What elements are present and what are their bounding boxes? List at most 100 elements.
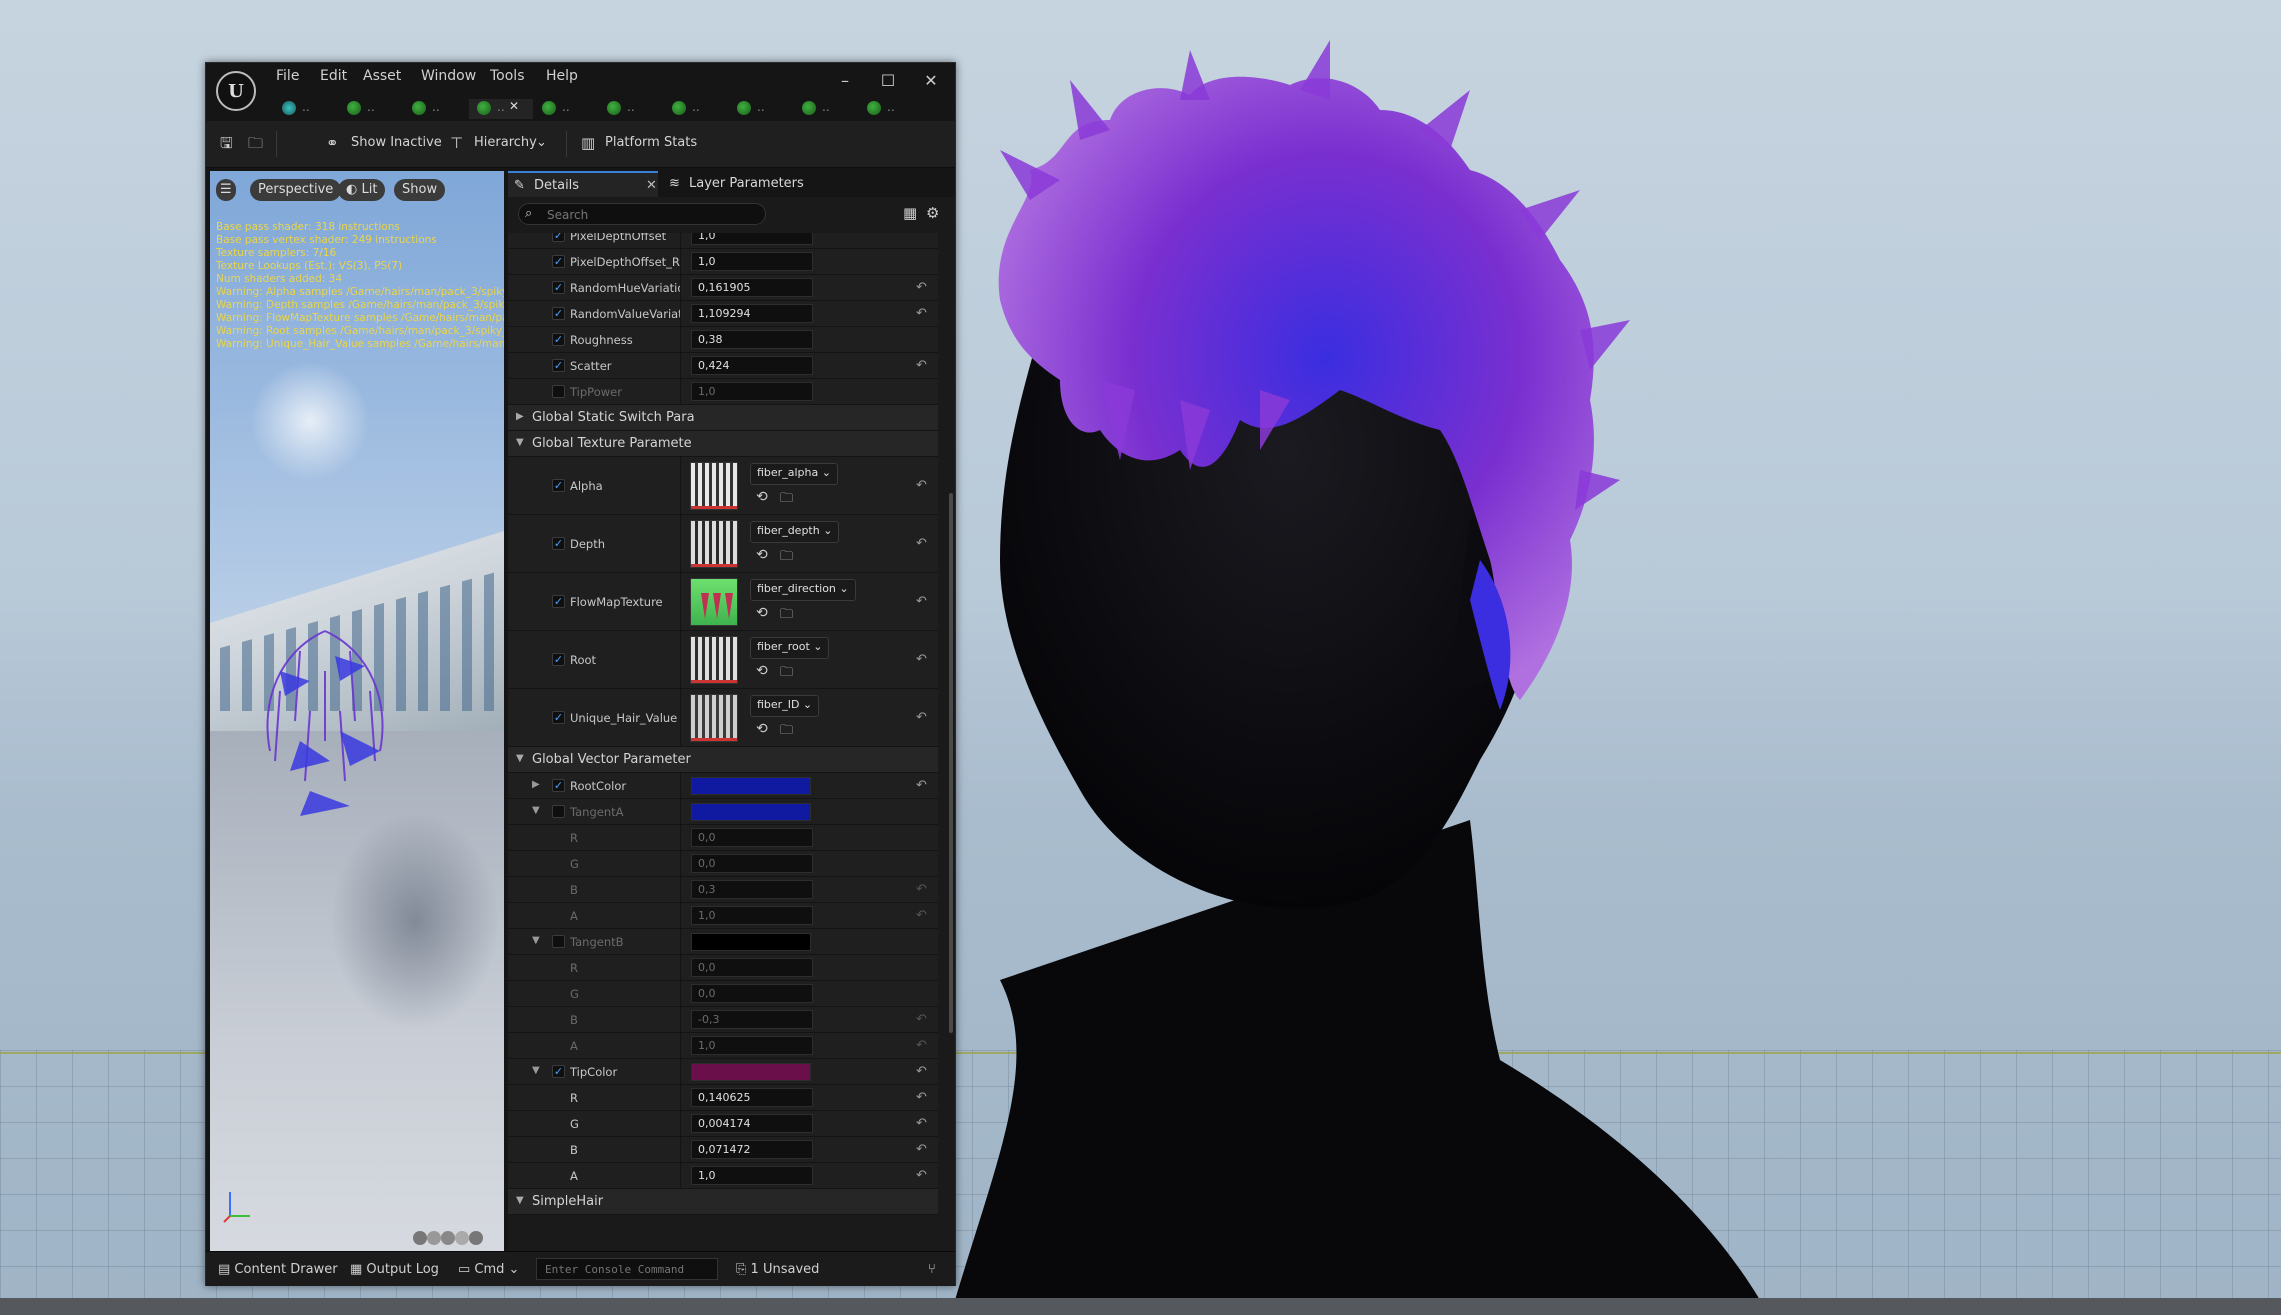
document-tab[interactable]: ..	[274, 99, 338, 119]
reset-to-default-icon[interactable]: ↶	[916, 1090, 927, 1105]
override-checkbox[interactable]: ✓	[552, 595, 565, 608]
document-tab[interactable]: ..	[339, 99, 403, 119]
use-selected-icon[interactable]: ⟲	[756, 663, 768, 679]
close-tab-icon[interactable]: ✕	[646, 173, 657, 199]
channel-value-input[interactable]: 0,071472	[691, 1140, 813, 1159]
document-tab-active[interactable]: .. ✕	[469, 99, 533, 119]
close-tab-icon[interactable]: ✕	[509, 99, 519, 113]
channel-value-input[interactable]: -0,3	[691, 1010, 813, 1029]
channel-value-input[interactable]: 0,140625	[691, 1088, 813, 1107]
reset-to-default-icon[interactable]: ↶	[916, 778, 927, 793]
use-selected-icon[interactable]: ⟲	[756, 489, 768, 505]
category-simple-hair[interactable]: ▼ SimpleHair	[508, 1189, 938, 1215]
reset-to-default-icon[interactable]: ↶	[916, 306, 927, 321]
param-value-input[interactable]: 1,0	[691, 233, 813, 245]
override-checkbox[interactable]: ✓	[552, 779, 565, 792]
channel-value-input[interactable]: 1,0	[691, 1036, 813, 1055]
reset-to-default-icon[interactable]: ↶	[916, 536, 927, 551]
menu-help[interactable]: Help	[546, 68, 578, 84]
texture-asset-dropdown[interactable]: fiber_alpha ⌄	[750, 463, 838, 485]
override-checkbox[interactable]: ✓	[552, 233, 565, 242]
texture-thumbnail[interactable]	[690, 520, 738, 568]
override-checkbox[interactable]: ✓	[552, 711, 565, 724]
chevron-down-icon[interactable]: ▼	[532, 935, 540, 946]
document-tab[interactable]: ..	[664, 99, 728, 119]
reset-to-default-icon[interactable]: ↶	[916, 358, 927, 373]
source-control-icon[interactable]: ⑂	[928, 1262, 936, 1277]
details-scrollbar[interactable]	[948, 233, 954, 1251]
reset-to-default-icon[interactable]: ↶	[916, 478, 927, 493]
browse-folder-icon[interactable]: 🗀	[780, 489, 793, 511]
override-checkbox[interactable]: ✓	[552, 479, 565, 492]
tab-details[interactable]: ✎ Details ✕	[508, 171, 658, 197]
settings-gear-icon[interactable]: ⚙	[926, 204, 939, 222]
channel-value-input[interactable]: 0,0	[691, 828, 813, 847]
texture-asset-dropdown[interactable]: fiber_ID ⌄	[750, 695, 820, 717]
param-value-input[interactable]: 1,0	[691, 382, 813, 401]
texture-asset-dropdown[interactable]: fiber_direction ⌄	[750, 579, 856, 601]
search-box[interactable]: ⌕	[518, 203, 766, 225]
reset-to-default-icon[interactable]: ↶	[916, 280, 927, 295]
use-selected-icon[interactable]: ⟲	[756, 605, 768, 621]
reset-to-default-icon[interactable]: ↶	[916, 882, 927, 897]
chevron-down-icon[interactable]: ▼	[532, 805, 540, 816]
override-checkbox[interactable]: ✓	[552, 1065, 565, 1078]
category-texture[interactable]: ▼ Global Texture Paramete	[508, 431, 938, 457]
menu-edit[interactable]: Edit	[320, 68, 347, 84]
channel-value-input[interactable]: 0,3	[691, 880, 813, 899]
chevron-right-icon[interactable]: ▶	[532, 779, 540, 790]
category-static-switch[interactable]: ▶ Global Static Switch Para	[508, 405, 938, 431]
scrollbar-thumb[interactable]	[949, 493, 953, 1033]
override-checkbox[interactable]: ✓	[552, 281, 565, 294]
texture-asset-dropdown[interactable]: fiber_root ⌄	[750, 637, 830, 659]
channel-value-input[interactable]: 1,0	[691, 1166, 813, 1185]
override-checkbox[interactable]: ✓	[552, 805, 565, 818]
param-value-input[interactable]: 0,424	[691, 356, 813, 375]
console-command-input[interactable]	[536, 1258, 718, 1280]
channel-value-input[interactable]: 0,004174	[691, 1114, 813, 1133]
use-selected-icon[interactable]: ⟲	[756, 547, 768, 563]
override-checkbox[interactable]: ✓	[552, 359, 565, 372]
menu-file[interactable]: File	[276, 68, 299, 84]
chevron-down-icon[interactable]: ▼	[532, 1065, 540, 1076]
reset-to-default-icon[interactable]: ↶	[916, 1116, 927, 1131]
output-log-button[interactable]: ▦ Output Log	[350, 1262, 439, 1277]
channel-value-input[interactable]: 0,0	[691, 984, 813, 1003]
show-inactive-button[interactable]: Show Inactive	[351, 135, 442, 150]
channel-value-input[interactable]: 1,0	[691, 906, 813, 925]
document-tab[interactable]: ..	[729, 99, 793, 119]
override-checkbox[interactable]: ✓	[552, 653, 565, 666]
color-swatch[interactable]	[691, 1063, 811, 1081]
channel-value-input[interactable]: 0,0	[691, 854, 813, 873]
cmd-dropdown[interactable]: ▭ Cmd ⌄	[458, 1262, 519, 1277]
color-swatch[interactable]	[691, 777, 811, 795]
texture-asset-dropdown[interactable]: fiber_depth ⌄	[750, 521, 840, 543]
menu-asset[interactable]: Asset	[363, 68, 401, 84]
hierarchy-dropdown[interactable]: Hierarchy	[474, 135, 537, 150]
save-icon[interactable]: 🖫	[220, 133, 238, 152]
show-button[interactable]: Show	[394, 179, 446, 201]
channel-value-input[interactable]: 0,0	[691, 958, 813, 977]
chevron-down-icon[interactable]: ⌄	[536, 135, 547, 150]
param-value-input[interactable]: 1,109294	[691, 304, 813, 323]
document-tab[interactable]: ..	[404, 99, 468, 119]
unreal-logo-icon[interactable]: U	[216, 71, 256, 111]
category-vector[interactable]: ▼ Global Vector Parameter	[508, 747, 938, 773]
reset-to-default-icon[interactable]: ↶	[916, 1038, 927, 1053]
document-tab[interactable]: ..	[794, 99, 858, 119]
override-checkbox[interactable]: ✓	[552, 333, 565, 346]
texture-thumbnail[interactable]	[690, 694, 738, 742]
texture-thumbnail[interactable]	[690, 462, 738, 510]
color-swatch[interactable]	[691, 933, 811, 951]
override-checkbox[interactable]: ✓	[552, 255, 565, 268]
search-input[interactable]	[545, 206, 759, 224]
document-tab[interactable]: ..	[599, 99, 663, 119]
table-view-icon[interactable]: ▦	[903, 204, 917, 222]
browse-asset-icon[interactable]: 🗀	[248, 133, 266, 152]
param-value-input[interactable]: 1,0	[691, 252, 813, 271]
maximize-button[interactable]: ☐	[873, 71, 903, 95]
reset-to-default-icon[interactable]: ↶	[916, 1168, 927, 1183]
browse-folder-icon[interactable]: 🗀	[780, 547, 793, 569]
reset-to-default-icon[interactable]: ↶	[916, 710, 927, 725]
close-window-button[interactable]: ✕	[916, 71, 946, 95]
